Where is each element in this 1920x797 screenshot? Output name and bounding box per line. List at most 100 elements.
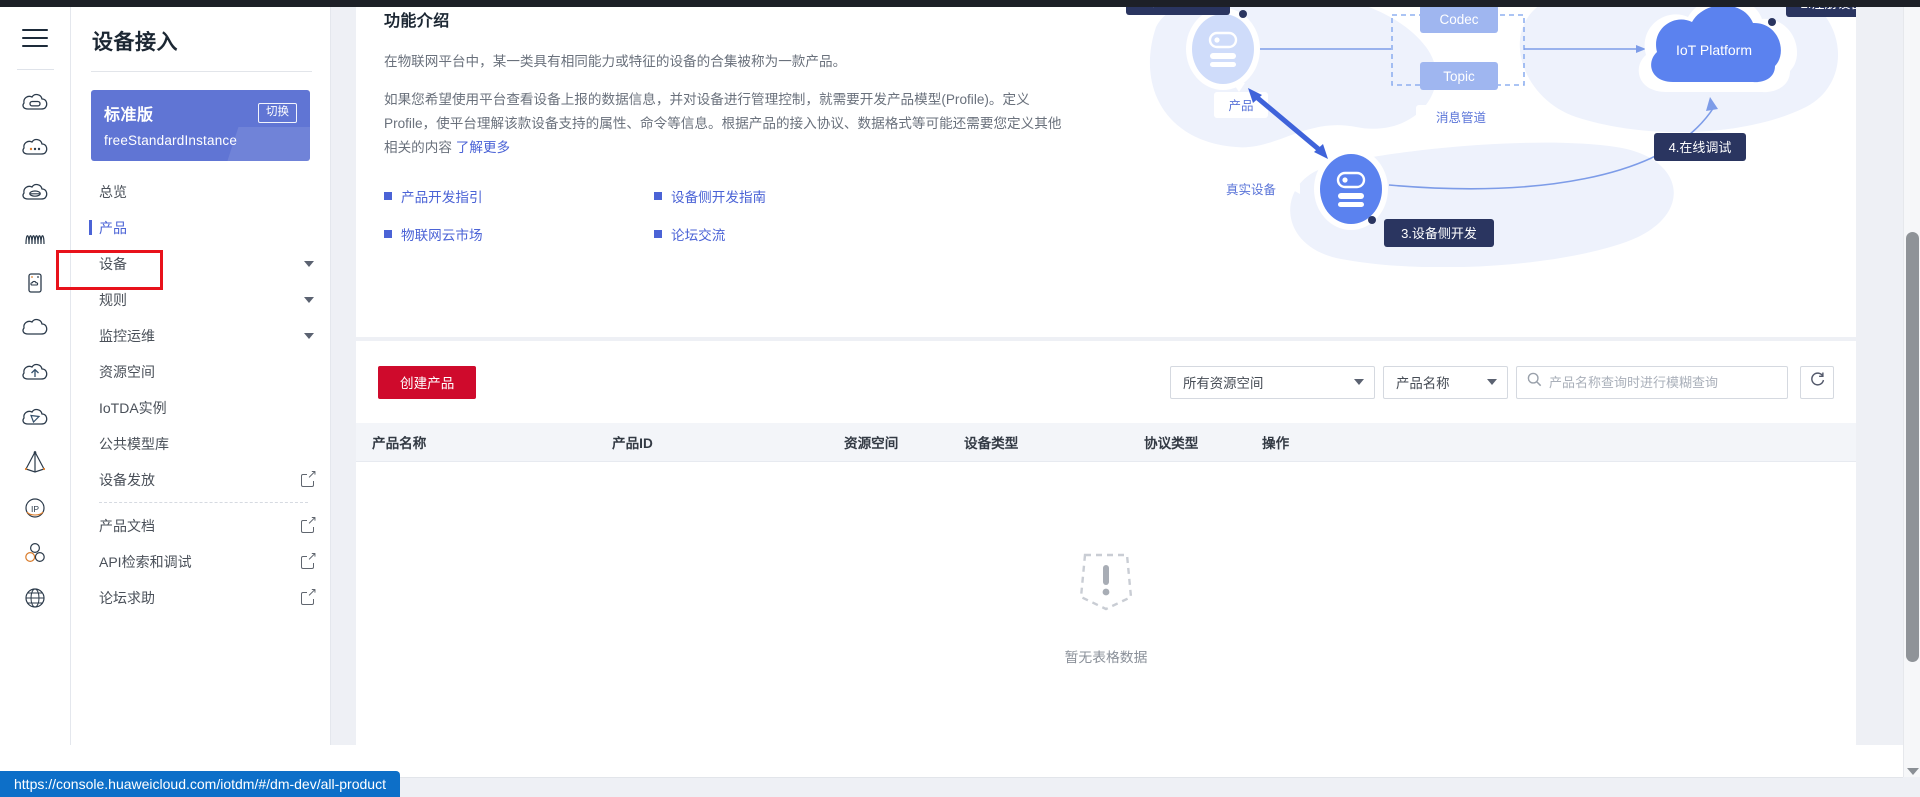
- link-label: 产品开发指引: [401, 190, 483, 205]
- external-link-icon: [301, 550, 317, 569]
- link-label: 物联网云市场: [401, 228, 483, 243]
- svg-text:3.设备侧开发: 3.设备侧开发: [1401, 226, 1477, 241]
- status-bar-url: https://console.huaweicloud.com/iotdm/#/…: [0, 771, 400, 797]
- link-label: 论坛交流: [671, 228, 726, 243]
- refresh-icon: [1809, 371, 1826, 393]
- chevron-down-icon: [1354, 379, 1364, 385]
- device-card-icon[interactable]: [12, 260, 58, 305]
- link-iot-marketplace[interactable]: 物联网云市场: [384, 224, 654, 244]
- sidebar-item-label: 规则: [99, 292, 127, 308]
- svg-text:产品: 产品: [1228, 99, 1253, 113]
- sidebar-item-device-provisioning[interactable]: 设备发放: [71, 462, 330, 498]
- sidebar-item-label: 设备发放: [99, 472, 155, 488]
- sidebar-item-overview[interactable]: 总览: [71, 174, 330, 210]
- search-box[interactable]: [1516, 365, 1788, 399]
- cloud-server-icon[interactable]: [12, 80, 58, 125]
- cloud-plain-icon[interactable]: [12, 305, 58, 350]
- sidebar-item-label: 产品: [99, 220, 127, 236]
- hamburger-menu-button[interactable]: [0, 7, 70, 69]
- sidebar-item-label: 资源空间: [99, 364, 155, 380]
- scroll-down-arrow-icon[interactable]: [1907, 768, 1919, 775]
- sidebar-item-iotda-instance[interactable]: IoTDA实例: [71, 390, 330, 426]
- empty-state-icon: [1073, 547, 1139, 622]
- learn-more-link[interactable]: 了解更多: [456, 140, 510, 155]
- product-table: 产品名称 产品ID 资源空间 设备类型 协议类型 操作: [356, 423, 1856, 462]
- active-indicator-bar: [89, 220, 92, 235]
- column-header-resource-space[interactable]: 资源空间: [830, 423, 950, 462]
- link-forum[interactable]: 论坛交流: [654, 224, 924, 244]
- hamburger-icon: [22, 28, 48, 48]
- sidebar-item-products[interactable]: 产品: [71, 210, 330, 246]
- create-product-button[interactable]: 创建产品: [378, 365, 477, 399]
- instance-card[interactable]: 标准版 切换 freeStandardInstance: [91, 90, 310, 161]
- globe-icon[interactable]: [12, 575, 58, 620]
- sidebar-item-product-docs[interactable]: 产品文档: [71, 508, 330, 544]
- cloud-dots-icon[interactable]: [12, 125, 58, 170]
- waves-icon[interactable]: [12, 215, 58, 260]
- bullet-square-icon: [654, 192, 662, 200]
- svg-text:4.在线调试: 4.在线调试: [1669, 140, 1732, 155]
- table-empty-state: 暂无表格数据: [356, 462, 1856, 752]
- chevron-down-icon: [1487, 379, 1497, 385]
- sidebar-item-label: 总览: [99, 184, 127, 200]
- resource-space-select[interactable]: 所有资源空间: [1170, 365, 1375, 399]
- sidebar-item-label: 设备: [99, 256, 127, 272]
- title-divider: [91, 71, 312, 72]
- cluster-icon[interactable]: [12, 530, 58, 575]
- vertical-scrollbar-track[interactable]: [1903, 7, 1920, 777]
- external-link-icon: [301, 468, 317, 487]
- sidebar-item-label: API检索和调试: [99, 554, 192, 570]
- sidebar-item-label: IoTDA实例: [99, 400, 167, 416]
- svg-text:消息管道: 消息管道: [1436, 110, 1487, 125]
- sidebar-item-monitoring[interactable]: 监控运维: [71, 318, 330, 354]
- link-product-dev-guide[interactable]: 产品开发指引: [384, 186, 654, 206]
- sidebar-item-label: 产品文档: [99, 518, 155, 534]
- refresh-button[interactable]: [1800, 365, 1834, 399]
- table-filters: 所有资源空间 产品名称: [1170, 365, 1834, 399]
- search-icon: [1527, 372, 1542, 392]
- main-content: 功能介绍 在物联网平台中，某一类具有相同能力或特征的设备的合集被称为一款产品。 …: [332, 7, 1890, 777]
- link-label: 设备侧开发指南: [671, 190, 767, 205]
- sidebar-item-api-explorer[interactable]: API检索和调试: [71, 544, 330, 580]
- intro-paragraph-2: 如果您希望使用平台查看设备上报的数据信息，并对设备进行管理控制，就需要开发产品模…: [384, 88, 1074, 160]
- chevron-down-icon: [304, 297, 314, 303]
- pyramid-icon[interactable]: [12, 440, 58, 485]
- feature-intro-panel: 功能介绍 在物联网平台中，某一类具有相同能力或特征的设备的合集被称为一款产品。 …: [356, 7, 1856, 337]
- column-header-protocol-type[interactable]: 协议类型: [1130, 423, 1248, 462]
- instance-edition-label: 标准版: [104, 107, 154, 124]
- sidebar-item-rules[interactable]: 规则: [71, 282, 330, 318]
- column-header-product-id[interactable]: 产品ID: [598, 423, 830, 462]
- sidebar-nav-list: 总览 产品 设备 规则 监控运维 资源空间 IoTDA实例 公共模型库 设备发放…: [71, 174, 330, 616]
- chevron-down-icon: [304, 261, 314, 267]
- column-header-actions[interactable]: 操作: [1248, 423, 1856, 462]
- sidebar-item-label: 公共模型库: [99, 436, 169, 452]
- bullet-square-icon: [654, 230, 662, 238]
- svg-text:IoT Platform: IoT Platform: [1676, 42, 1752, 58]
- sidebar-item-devices[interactable]: 设备: [71, 246, 330, 282]
- link-device-dev-guide[interactable]: 设备侧开发指南: [654, 186, 924, 206]
- cloud-upload-icon[interactable]: [12, 350, 58, 395]
- sidebar-item-forum-help[interactable]: 论坛求助: [71, 580, 330, 616]
- instance-name-label: freeStandardInstance: [104, 133, 238, 148]
- rail-icon-list: IP: [0, 80, 70, 620]
- switch-instance-button[interactable]: 切换: [258, 102, 297, 124]
- empty-state-text: 暂无表格数据: [1064, 650, 1148, 665]
- cloud-play-icon[interactable]: [12, 395, 58, 440]
- vertical-scrollbar-thumb[interactable]: [1906, 232, 1919, 662]
- bullet-square-icon: [384, 192, 392, 200]
- sidebar-item-label: 论坛求助: [99, 590, 155, 606]
- architecture-diagram: Codec Topic 编解码插件 消息管道: [1126, 7, 1856, 268]
- svg-text:Codec: Codec: [1439, 12, 1478, 27]
- sidebar-item-public-model-library[interactable]: 公共模型库: [71, 426, 330, 462]
- column-header-product-name[interactable]: 产品名称: [356, 423, 598, 462]
- svg-text:IP: IP: [31, 504, 39, 514]
- cloud-database-icon[interactable]: [12, 170, 58, 215]
- search-field-select[interactable]: 产品名称: [1383, 365, 1508, 399]
- sidebar-item-resource-space[interactable]: 资源空间: [71, 354, 330, 390]
- ip-circle-icon[interactable]: IP: [12, 485, 58, 530]
- table-header-row: 产品名称 产品ID 资源空间 设备类型 协议类型 操作: [356, 423, 1856, 462]
- product-table-panel: 创建产品 所有资源空间 产品名称 产品名称查询时进行模糊查询 产品名称 产品ID…: [356, 341, 1856, 777]
- search-input[interactable]: [1549, 374, 1777, 390]
- svg-text:2.注册设备: 2.注册设备: [1801, 7, 1856, 11]
- column-header-device-type[interactable]: 设备类型: [950, 423, 1130, 462]
